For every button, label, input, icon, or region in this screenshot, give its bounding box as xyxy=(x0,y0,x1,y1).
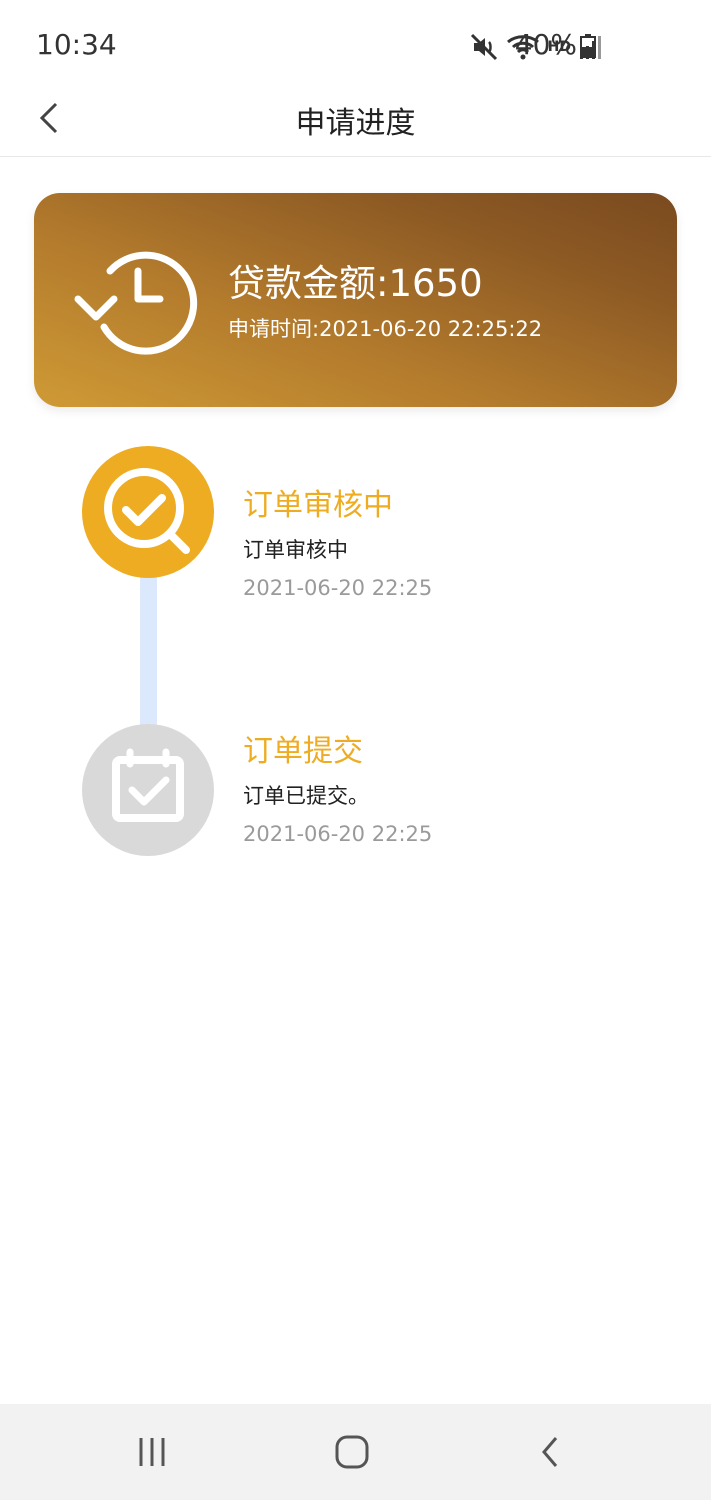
step-title: 订单提交 xyxy=(243,734,363,769)
system-back-button[interactable] xyxy=(526,1428,574,1476)
step-time: 2021-06-20 22:25 xyxy=(243,576,433,600)
timeline-step-reviewing xyxy=(82,446,214,578)
apply-time: 申请时间:2021-06-20 22:25:22 xyxy=(228,313,542,343)
page-title: 申请进度 xyxy=(295,106,416,141)
apply-time-label: 申请时间: xyxy=(228,317,320,341)
history-clock-icon xyxy=(74,251,198,355)
timeline-connector xyxy=(140,570,157,740)
loan-amount: 贷款金额:1650 xyxy=(228,253,483,307)
apply-time-value: 2021-06-20 22:25:22 xyxy=(319,317,543,341)
calendar-check-icon xyxy=(112,748,184,822)
battery-icon xyxy=(580,34,596,58)
step-title: 订单审核中 xyxy=(243,488,393,523)
system-nav-bar xyxy=(0,1404,711,1500)
status-time: 10:34 xyxy=(36,28,117,61)
home-button[interactable] xyxy=(328,1428,376,1476)
mute-icon xyxy=(470,33,497,61)
loan-summary-card: 贷款金额:1650 申请时间:2021-06-20 22:25:22 xyxy=(34,193,677,407)
step-description: 订单已提交。 xyxy=(243,784,369,808)
timeline-step-submitted xyxy=(82,724,214,856)
loan-amount-label: 贷款金额: xyxy=(228,262,389,305)
page-header: 申请进度 xyxy=(0,80,711,157)
review-check-icon xyxy=(104,468,190,554)
step-time: 2021-06-20 22:25 xyxy=(243,822,433,846)
loan-amount-value: 1650 xyxy=(388,262,483,305)
status-bar: 10:34 HD 40% xyxy=(0,0,711,90)
recent-apps-button[interactable] xyxy=(128,1428,176,1476)
battery-text: 40% xyxy=(514,28,577,61)
step-description: 订单审核中 xyxy=(243,538,348,562)
